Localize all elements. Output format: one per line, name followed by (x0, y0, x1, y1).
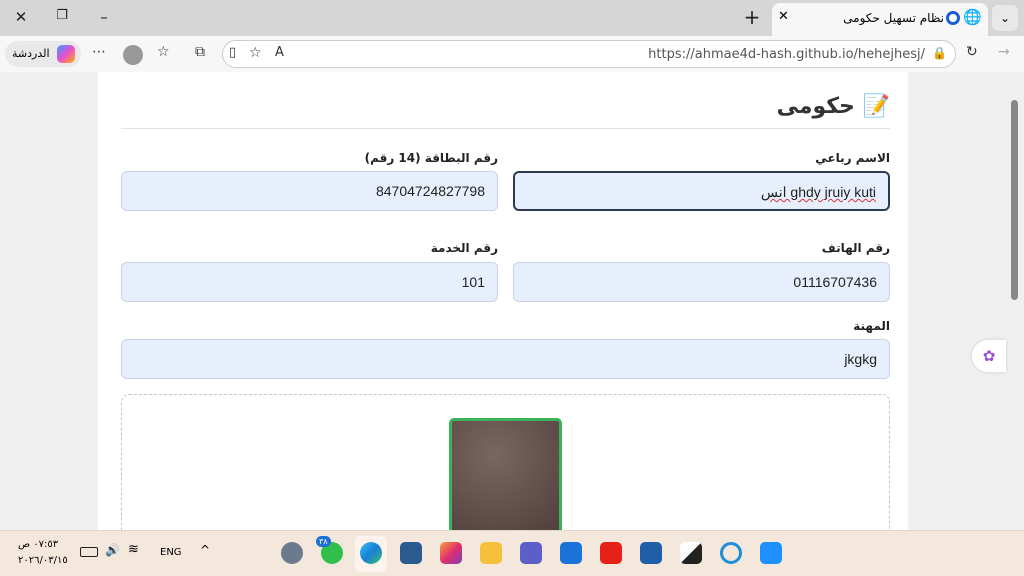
brain-extension-icon[interactable]: ✿ (972, 340, 1006, 372)
immersive-reader-icon[interactable]: ▯ (229, 45, 236, 60)
job-label: المهنة (853, 319, 890, 333)
divider (121, 128, 890, 129)
minimize-window-button[interactable]: – (92, 8, 116, 26)
app-icon[interactable] (680, 542, 702, 564)
file-explorer-icon[interactable] (480, 542, 502, 564)
extensions-icon[interactable]: ⧉ (195, 44, 205, 60)
new-tab-button[interactable]: + (740, 5, 764, 29)
url-text[interactable]: https://ahmae4d-hash.github.io/hehejhesj… (648, 47, 925, 62)
profile-avatar[interactable] (123, 45, 143, 65)
volume-icon[interactable]: 🔊 (105, 543, 120, 557)
language-indicator[interactable]: ENG (160, 547, 182, 558)
more-icon[interactable]: ⋯ (92, 44, 106, 60)
store-icon[interactable] (640, 542, 662, 564)
whatsapp-badge: ٣٨ (316, 536, 331, 547)
recording-icon (946, 11, 960, 25)
show-hidden-icons[interactable]: ^ (200, 543, 210, 557)
full-name-label: الاسم رباعي (815, 151, 890, 165)
address-bar[interactable]: ▯ ☆ A https://ahmae4d-hash.github.io/heh… (222, 40, 956, 68)
settings-icon[interactable] (281, 542, 303, 564)
globe-icon: 🌐 (963, 8, 982, 26)
refresh-icon[interactable]: ↻ (966, 44, 978, 60)
captured-photo (449, 418, 562, 530)
page-title: 📝 حكومى (776, 94, 890, 119)
instagram-icon[interactable] (440, 542, 462, 564)
start-icon[interactable] (760, 542, 782, 564)
outlook-icon[interactable] (560, 542, 582, 564)
solitaire-icon[interactable] (400, 542, 422, 564)
clock-time: ٠٧:٥٣ ص (18, 539, 59, 550)
taskbar: ٠٧:٥٣ ص ٢٠٢٦/٠٣/١٥ 🔊 ≋ ENG ^ (0, 530, 1024, 576)
search-icon[interactable] (720, 542, 742, 564)
lock-icon[interactable]: 🔒 (932, 46, 947, 60)
chat-label: الدردشة (12, 47, 50, 60)
read-aloud-icon[interactable]: A (275, 45, 284, 60)
teams-icon[interactable] (520, 542, 542, 564)
favorites-icon[interactable]: ☆ (157, 44, 170, 60)
battery-icon[interactable] (80, 547, 98, 557)
favorite-star-icon[interactable]: ☆ (249, 45, 262, 61)
phone-label: رقم الهاتف (821, 241, 890, 255)
restore-window-button[interactable]: ❐ (50, 8, 74, 23)
card-number-label: رقم البطاقة (14 رقم) (364, 151, 498, 165)
service-number-input[interactable]: 101 (121, 262, 498, 302)
tab-close-icon[interactable]: ✕ (778, 9, 789, 24)
job-input[interactable]: jkgkg (121, 339, 890, 379)
copilot-icon (57, 45, 75, 63)
scrollbar[interactable] (1008, 72, 1022, 530)
tab-list-button[interactable]: ⌄ (992, 5, 1018, 31)
copilot-chat-button[interactable]: الدردشة (5, 41, 81, 67)
tab-title: نظام تسهيل حكومى (843, 11, 944, 25)
full-name-input[interactable]: ghdy jruiy kuti انس (513, 171, 890, 211)
clock-date: ٢٠٢٦/٠٣/١٥ (18, 555, 68, 566)
form-card: 📝 حكومى الاسم رباعي ghdy jruiy kuti انس … (98, 72, 908, 530)
wifi-icon[interactable]: ≋ (128, 542, 139, 557)
phone-input[interactable]: 01116707436 (513, 262, 890, 302)
tab-active[interactable]: ✕ نظام تسهيل حكومى 🌐 (772, 3, 988, 36)
forward-icon[interactable]: → (998, 44, 1010, 60)
edge-icon[interactable] (360, 542, 382, 564)
card-number-input[interactable]: 84704724827798 (121, 171, 498, 211)
close-window-button[interactable]: ✕ (9, 8, 33, 26)
service-number-label: رقم الخدمة (430, 241, 498, 255)
memo-icon: 📝 (862, 94, 890, 119)
scrollbar-thumb[interactable] (1011, 100, 1018, 300)
whatsapp-icon[interactable]: ٣٨ (316, 536, 343, 564)
youtube-icon[interactable] (600, 542, 622, 564)
